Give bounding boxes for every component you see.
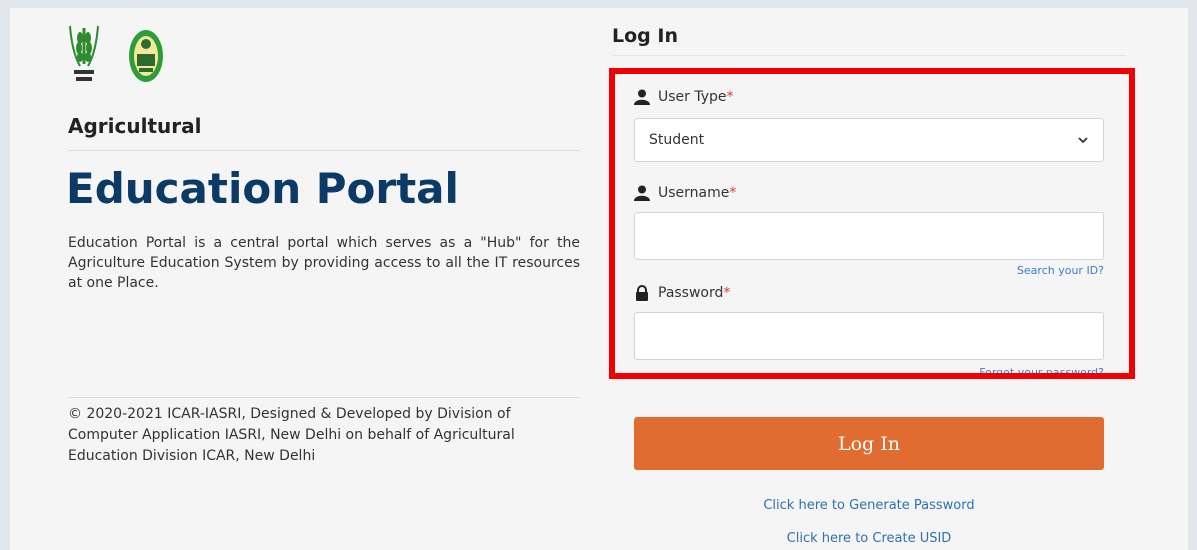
generate-password-link[interactable]: Click here to Generate Password (634, 498, 1104, 513)
footer-divider (68, 397, 580, 398)
page-title: Education Portal (66, 164, 459, 213)
copyright-footer: © 2020-2021 ICAR-IASRI, Designed & Devel… (68, 406, 515, 464)
login-heading: Log In (612, 25, 1126, 56)
login-button[interactable]: Log In (634, 417, 1104, 470)
icar-logo-icon (69, 25, 99, 81)
logo-group (66, 24, 164, 84)
create-usid-link[interactable]: Click here to Create USID (634, 531, 1104, 546)
portal-description: Education Portal is a central portal whi… (68, 235, 580, 291)
university-logo-icon (129, 30, 163, 82)
highlight-box (609, 68, 1135, 379)
portal-subtitle: Agricultural (68, 114, 580, 151)
